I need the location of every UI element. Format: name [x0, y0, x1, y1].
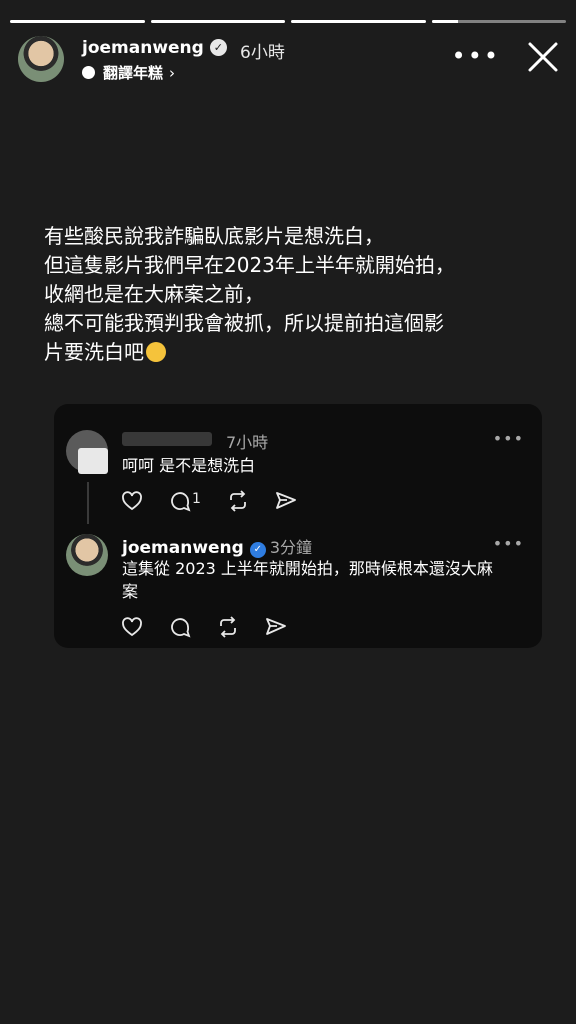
heart-icon[interactable]	[120, 489, 144, 513]
story-caption: 有些酸民說我詐騙臥底影片是想洗白， 但這隻影片我們早在2023年上半年就開始拍，…	[44, 222, 564, 367]
username-text: joemanweng	[82, 38, 204, 58]
progress-segment	[150, 20, 285, 23]
avatar[interactable]	[18, 36, 64, 82]
progress-segment-current	[431, 20, 566, 23]
chevron-right-icon: ›	[169, 64, 176, 82]
progress-segment	[10, 20, 145, 23]
comment-icon[interactable]	[168, 615, 192, 639]
blurred-username	[122, 432, 212, 446]
story-header: joemanweng ✓ 6小時 翻譯年糕 › •••	[18, 34, 562, 86]
reply-text: 這集從 2023 上半年就開始拍，那時候根本還沒大麻 案	[122, 559, 493, 601]
speech-bubble-icon	[82, 66, 95, 79]
progress-segment	[291, 20, 426, 23]
share-icon[interactable]	[264, 615, 288, 639]
reply-avatar[interactable]	[66, 534, 108, 576]
close-icon[interactable]	[526, 40, 560, 74]
story-username[interactable]: joemanweng ✓	[82, 38, 227, 58]
thread-line	[87, 482, 89, 524]
reply-username[interactable]: joemanweng	[122, 538, 244, 558]
translate-label: 翻譯年糕	[103, 64, 164, 82]
verified-icon: ✓	[209, 39, 227, 56]
caption-text: 有些酸民說我詐騙臥底影片是想洗白， 但這隻影片我們早在2023年上半年就開始拍，…	[44, 224, 455, 364]
comment-text: 呵呵 是不是想洗白	[122, 456, 256, 475]
crying-face-emoji-icon	[146, 342, 166, 362]
reply-time: 3分鐘	[269, 538, 313, 557]
repost-icon[interactable]	[226, 489, 250, 513]
comment-more-button[interactable]: •••	[493, 429, 524, 448]
verified-badge-icon: ✓	[249, 542, 266, 558]
comment-avatar	[66, 430, 108, 474]
heart-icon[interactable]	[120, 615, 144, 639]
comment-icon[interactable]	[168, 489, 192, 513]
story-time: 6小時	[240, 43, 285, 63]
threads-screenshot-card: 7小時 ••• 呵呵 是不是想洗白 1 joemanweng ✓ 3分鐘 ••• 這…	[54, 404, 542, 648]
reply-more-button[interactable]: •••	[493, 534, 524, 553]
story-progress	[10, 20, 566, 23]
reply-header: joemanweng ✓ 3分鐘	[122, 534, 312, 558]
blurred-avatar	[78, 448, 108, 474]
translate-link[interactable]: 翻譯年糕 ›	[82, 62, 175, 83]
reply-count: 1	[192, 491, 201, 507]
repost-icon[interactable]	[216, 615, 240, 639]
share-icon[interactable]	[274, 489, 298, 513]
comment-time: 7小時	[226, 433, 269, 452]
more-options-button[interactable]: •••	[452, 42, 500, 70]
